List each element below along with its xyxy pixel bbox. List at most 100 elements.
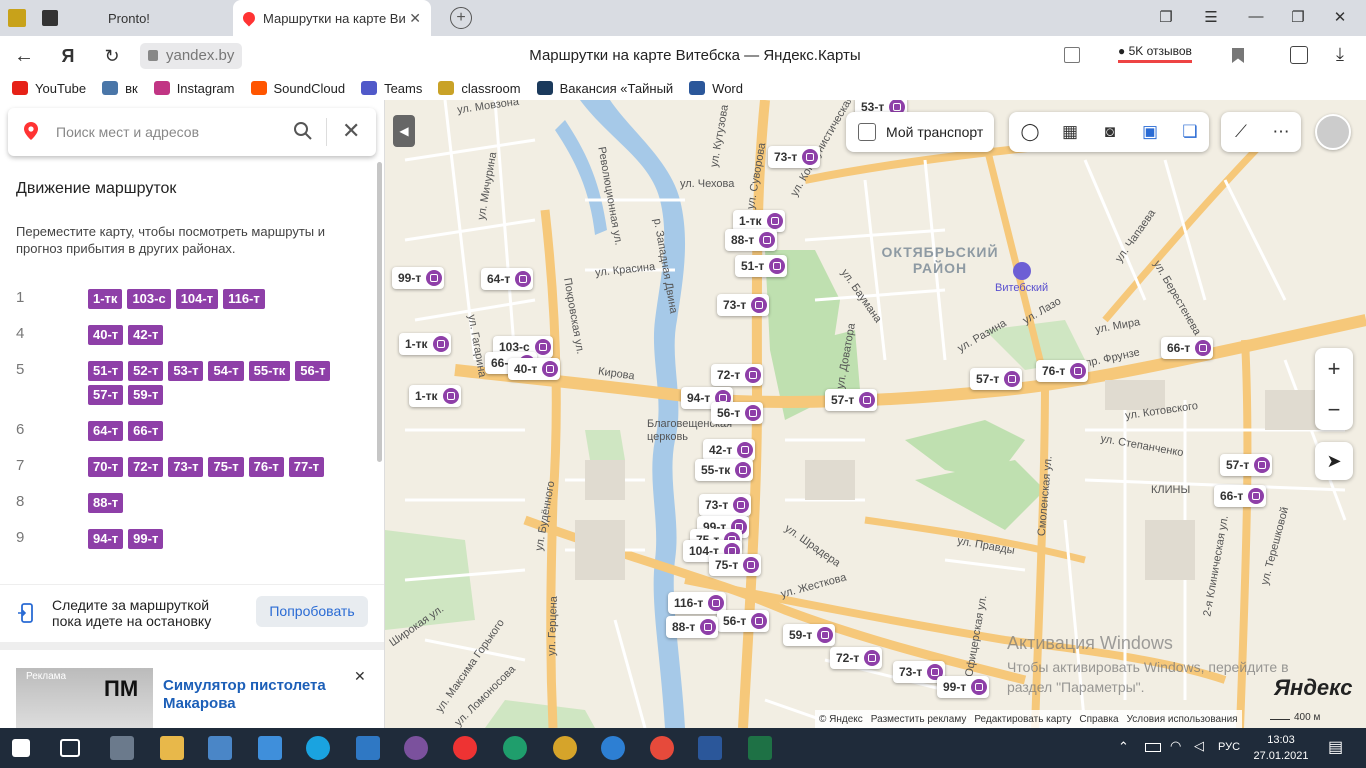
my-transport-checkbox[interactable]: [858, 123, 876, 141]
download-icon[interactable]: ⤓: [1336, 44, 1344, 65]
volume-icon[interactable]: ◁: [1194, 738, 1204, 754]
contacts-icon[interactable]: [356, 736, 380, 760]
bus-icon[interactable]: ▣: [1140, 122, 1160, 142]
bus-marker[interactable]: 76-т: [1036, 360, 1089, 382]
viber-icon[interactable]: [404, 736, 428, 760]
search-box[interactable]: Поиск мест и адресов ✕: [8, 108, 376, 156]
bookmark-teams[interactable]: Teams: [361, 81, 422, 96]
more-icon[interactable]: ⋯: [1271, 122, 1291, 142]
my-transport-toggle[interactable]: Мой транспорт: [846, 112, 994, 152]
new-tab-button[interactable]: +: [450, 7, 472, 29]
close-icon[interactable]: ✕: [342, 118, 360, 144]
file-explorer-icon[interactable]: [160, 736, 184, 760]
attribution-edit-link[interactable]: Редактировать карту: [974, 714, 1071, 725]
ad-banner[interactable]: Реклама ПМ Симулятор пистолета Макарова …: [16, 668, 371, 728]
tab-close-icon[interactable]: ✕: [409, 10, 421, 27]
bus-marker[interactable]: 66-т: [1161, 337, 1214, 359]
zoom-app-icon[interactable]: [503, 736, 527, 760]
bus-marker[interactable]: 56-т: [711, 402, 764, 424]
layers-icon[interactable]: ❏: [1180, 122, 1200, 142]
route-badge[interactable]: 99-т: [128, 529, 164, 549]
route-badge[interactable]: 66-т: [128, 421, 164, 441]
route-badge[interactable]: 64-т: [88, 421, 124, 441]
bus-marker[interactable]: 57-т: [825, 389, 878, 411]
task-view-icon[interactable]: [60, 739, 80, 757]
panorama-icon[interactable]: ◯: [1020, 122, 1040, 142]
notifications-icon[interactable]: ▤: [1328, 737, 1343, 757]
bus-marker[interactable]: 51-т: [735, 255, 788, 277]
language-indicator[interactable]: РУС: [1218, 741, 1240, 753]
route-badge[interactable]: 55-тк: [248, 361, 291, 381]
route-badge[interactable]: 53-т: [168, 361, 204, 381]
map-type-icon[interactable]: ▦: [1060, 122, 1080, 142]
bus-marker[interactable]: 73-т: [717, 294, 770, 316]
panel-scrollbar[interactable]: [377, 162, 382, 462]
bookmark-vk[interactable]: вк: [102, 81, 138, 96]
bus-marker[interactable]: 88-т: [725, 229, 778, 251]
extensions-icon[interactable]: [1290, 46, 1308, 64]
bus-marker[interactable]: 56-т: [717, 610, 770, 632]
route-badge[interactable]: 59-т: [128, 385, 164, 405]
edge-icon[interactable]: [601, 736, 625, 760]
bus-marker[interactable]: 55-тк: [695, 459, 754, 481]
mail-icon[interactable]: [258, 736, 282, 760]
bookmark-icon[interactable]: [1232, 48, 1244, 63]
route-badge[interactable]: 77-т: [288, 457, 324, 477]
bookmark-word[interactable]: Word: [689, 81, 743, 96]
route-badge[interactable]: 104-т: [175, 289, 219, 309]
attribution-terms-link[interactable]: Условия использования: [1127, 714, 1238, 725]
tab-maps[interactable]: Маршрутки на карте Ви ✕: [233, 0, 431, 36]
restore-icon[interactable]: ❐: [1288, 8, 1308, 26]
route-badge[interactable]: 56-т: [295, 361, 331, 381]
bookmark-vacancy[interactable]: Вакансия «Тайный: [536, 81, 673, 96]
ad-close-icon[interactable]: ✕: [354, 668, 366, 685]
route-badge[interactable]: 94-т: [88, 529, 124, 549]
route-badge[interactable]: 40-т: [88, 325, 124, 345]
ruler-icon[interactable]: ⟋: [1231, 122, 1251, 142]
reviews-button[interactable]: ● 5K отзывов: [1118, 44, 1192, 63]
ad-title[interactable]: Симулятор пистолета Макарова: [163, 677, 371, 713]
bookmark-youtube[interactable]: YouTube: [12, 81, 86, 96]
url-field[interactable]: yandex.by: [140, 43, 243, 69]
user-avatar[interactable]: [1315, 114, 1351, 150]
bus-marker[interactable]: 99-т: [937, 676, 990, 698]
wifi-icon[interactable]: ◠: [1170, 738, 1181, 754]
tab-pronto[interactable]: Pronto!: [98, 0, 228, 36]
bus-marker[interactable]: 75-т: [709, 554, 762, 576]
route-badge[interactable]: 75-т: [208, 457, 244, 477]
store-icon[interactable]: [208, 736, 232, 760]
bus-marker[interactable]: 73-т: [768, 146, 821, 168]
excel-app-icon[interactable]: [748, 736, 772, 760]
word-app-icon[interactable]: [698, 736, 722, 760]
clock[interactable]: 13:03 27.01.2021: [1252, 732, 1310, 764]
ad-image[interactable]: Реклама ПМ: [16, 668, 153, 728]
attribution-ads-link[interactable]: Разместить рекламу: [871, 714, 967, 725]
route-badge[interactable]: 51-т: [88, 361, 124, 381]
windows-start-icon[interactable]: [12, 739, 30, 757]
bus-marker[interactable]: 40-т: [508, 358, 561, 380]
route-badge[interactable]: 42-т: [128, 325, 164, 345]
route-badge[interactable]: 1-тк: [88, 289, 123, 309]
search-icon[interactable]: [293, 121, 313, 141]
search-input[interactable]: Поиск мест и адресов: [56, 124, 199, 140]
tray-chevron-icon[interactable]: ⌃: [1118, 739, 1129, 755]
media-app-icon[interactable]: [553, 736, 577, 760]
bus-marker[interactable]: 1-тк: [399, 333, 451, 355]
yandex-home-icon[interactable]: Я: [56, 44, 80, 68]
bus-marker[interactable]: 99-т: [392, 267, 445, 289]
route-badge[interactable]: 103-с: [127, 289, 171, 309]
geolocation-button[interactable]: ➤: [1315, 442, 1353, 480]
bookmark-instagram[interactable]: Instagram: [153, 81, 235, 96]
zoom-out-button[interactable]: −: [1315, 389, 1353, 430]
bus-marker[interactable]: 73-т: [699, 494, 752, 516]
bus-marker[interactable]: 88-т: [666, 616, 719, 638]
bus-marker[interactable]: 42-т: [703, 439, 756, 461]
yandex-browser-icon[interactable]: [453, 736, 477, 760]
tab-manager-icon[interactable]: ❐: [1156, 8, 1176, 26]
route-badge[interactable]: 116-т: [223, 289, 265, 309]
zoom-in-button[interactable]: +: [1315, 348, 1353, 389]
try-button[interactable]: Попробовать: [256, 596, 368, 627]
battery-icon[interactable]: [1145, 743, 1161, 752]
route-badge[interactable]: 88-т: [88, 493, 124, 513]
camera-icon[interactable]: ◙: [1100, 122, 1120, 142]
